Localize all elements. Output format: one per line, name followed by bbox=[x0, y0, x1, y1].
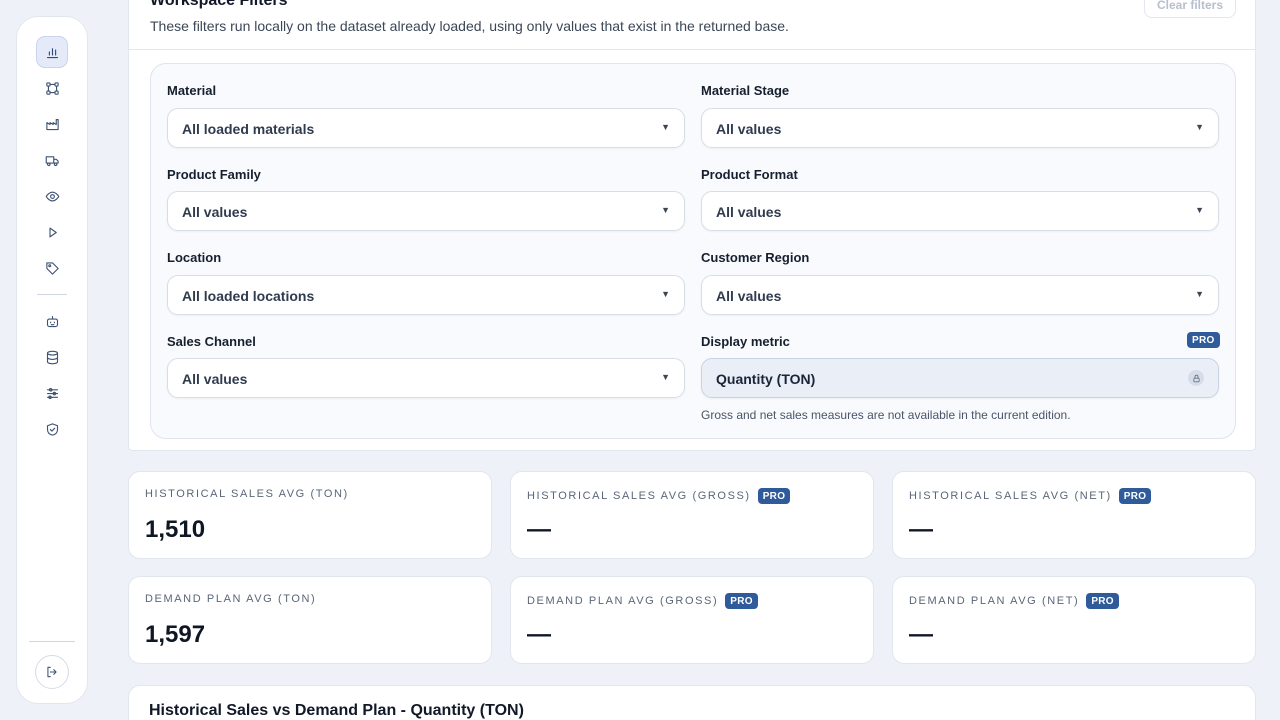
location-value: All loaded locations bbox=[182, 288, 315, 304]
pro-badge: PRO bbox=[725, 593, 758, 609]
pro-badge: PRO bbox=[1086, 593, 1119, 609]
bar-chart-icon bbox=[46, 47, 58, 58]
location-label: Location bbox=[167, 250, 222, 265]
chevron-down-icon: ▼ bbox=[1195, 205, 1204, 215]
display-metric-label: Display metric bbox=[701, 334, 790, 349]
database-icon bbox=[46, 350, 58, 364]
kpi-value: 1,510 bbox=[145, 516, 206, 543]
kpi-label: DEMAND PLAN AVG (TON) bbox=[145, 593, 316, 605]
kpi-card-demand-net: DEMAND PLAN AVG (NET) PRO — bbox=[892, 576, 1256, 664]
workspace-filters-card: Workspace Filters These filters run loca… bbox=[128, 0, 1256, 451]
filters-subtitle: These filters run locally on the dataset… bbox=[150, 18, 789, 34]
logout-button[interactable] bbox=[35, 655, 69, 689]
sales-channel-label: Sales Channel bbox=[167, 334, 256, 349]
sidebar-item-security[interactable] bbox=[36, 413, 68, 445]
customer-region-label: Customer Region bbox=[701, 250, 810, 265]
kpi-card-demand-gross: DEMAND PLAN AVG (GROSS) PRO — bbox=[510, 576, 874, 664]
product-family-label: Product Family bbox=[167, 167, 261, 182]
sliders-icon bbox=[46, 387, 58, 399]
sidebar bbox=[16, 16, 88, 704]
sidebar-item-logistics[interactable] bbox=[36, 144, 68, 176]
pro-badge: PRO bbox=[757, 488, 791, 504]
location-select[interactable]: All loaded locations ▼ bbox=[167, 275, 685, 315]
chart-title: Historical Sales vs Demand Plan - Quanti… bbox=[149, 702, 524, 719]
kpi-label: DEMAND PLAN AVG (NET) PRO bbox=[909, 593, 1119, 609]
chevron-down-icon: ▼ bbox=[661, 205, 670, 215]
product-family-select[interactable]: All values ▼ bbox=[167, 191, 685, 231]
chevron-down-icon: ▼ bbox=[1195, 122, 1204, 132]
kpi-label: HISTORICAL SALES AVG (NET) PRO bbox=[909, 488, 1152, 504]
sidebar-item-production[interactable] bbox=[36, 108, 68, 140]
kpi-value: — bbox=[527, 621, 551, 648]
lock-icon bbox=[1188, 370, 1204, 386]
nodes-icon bbox=[45, 81, 59, 95]
shield-check-icon bbox=[46, 422, 58, 436]
kpi-value: — bbox=[909, 516, 933, 543]
material-stage-select[interactable]: All values ▼ bbox=[701, 108, 1219, 148]
sales-channel-value: All values bbox=[182, 371, 248, 387]
customer-region-value: All values bbox=[716, 288, 782, 304]
factory-icon bbox=[45, 118, 59, 130]
chevron-down-icon: ▼ bbox=[1195, 289, 1204, 299]
display-metric-select[interactable]: Quantity (TON) bbox=[701, 358, 1219, 398]
product-format-value: All values bbox=[716, 204, 782, 220]
pro-badge: PRO bbox=[1187, 332, 1220, 348]
chevron-down-icon: ▼ bbox=[661, 122, 670, 132]
material-select[interactable]: All loaded materials ▼ bbox=[167, 108, 685, 148]
product-format-select[interactable]: All values ▼ bbox=[701, 191, 1219, 231]
tag-icon bbox=[45, 261, 59, 275]
sidebar-item-run[interactable] bbox=[36, 216, 68, 248]
kpi-card-demand-ton: DEMAND PLAN AVG (TON) 1,597 bbox=[128, 576, 492, 664]
sidebar-item-data[interactable] bbox=[36, 341, 68, 373]
clear-filters-button[interactable]: Clear filters bbox=[1144, 0, 1236, 18]
chart-card: Historical Sales vs Demand Plan - Quanti… bbox=[128, 685, 1256, 720]
sales-channel-select[interactable]: All values ▼ bbox=[167, 358, 685, 398]
display-metric-note: Gross and net sales measures are not ava… bbox=[701, 408, 1071, 422]
kpi-label: HISTORICAL SALES AVG (GROSS) PRO bbox=[527, 488, 791, 504]
kpi-card-historical-ton: HISTORICAL SALES AVG (TON) 1,510 bbox=[128, 471, 492, 559]
material-stage-value: All values bbox=[716, 121, 782, 137]
kpi-value: — bbox=[909, 621, 933, 648]
sidebar-item-pricing[interactable] bbox=[36, 252, 68, 284]
kpi-label: HISTORICAL SALES AVG (TON) bbox=[145, 488, 349, 500]
product-family-value: All values bbox=[182, 204, 248, 220]
logout-icon bbox=[47, 666, 57, 678]
material-label: Material bbox=[167, 83, 217, 98]
sidebar-divider bbox=[29, 641, 75, 642]
material-value: All loaded materials bbox=[182, 121, 315, 137]
kpi-card-historical-net: HISTORICAL SALES AVG (NET) PRO — bbox=[892, 471, 1256, 559]
kpi-value: — bbox=[527, 516, 551, 543]
display-metric-value: Quantity (TON) bbox=[716, 371, 816, 387]
kpi-label-text: DEMAND PLAN AVG (TON) bbox=[145, 593, 317, 605]
robot-icon bbox=[46, 315, 58, 327]
filters-divider bbox=[129, 49, 1255, 50]
sidebar-divider bbox=[37, 294, 67, 295]
kpi-label-text: DEMAND PLAN AVG (NET) bbox=[909, 595, 1080, 607]
sidebar-item-assistant[interactable] bbox=[36, 305, 68, 337]
sidebar-item-settings[interactable] bbox=[36, 377, 68, 409]
play-icon bbox=[48, 227, 57, 237]
kpi-label-text: HISTORICAL SALES AVG (TON) bbox=[145, 488, 349, 500]
chevron-down-icon: ▼ bbox=[661, 289, 670, 299]
kpi-label-text: HISTORICAL SALES AVG (GROSS) bbox=[527, 490, 751, 502]
chevron-down-icon: ▼ bbox=[661, 372, 670, 382]
kpi-label-text: HISTORICAL SALES AVG (NET) bbox=[909, 490, 1112, 502]
kpi-card-historical-gross: HISTORICAL SALES AVG (GROSS) PRO — bbox=[510, 471, 874, 559]
truck-icon bbox=[45, 155, 59, 166]
filters-title: Workspace Filters bbox=[150, 0, 288, 9]
kpi-label-text: DEMAND PLAN AVG (GROSS) bbox=[527, 595, 719, 607]
eye-icon bbox=[45, 191, 59, 201]
product-format-label: Product Format bbox=[701, 167, 798, 182]
sidebar-item-visibility[interactable] bbox=[36, 180, 68, 212]
sidebar-item-network[interactable] bbox=[36, 72, 68, 104]
material-stage-label: Material Stage bbox=[701, 83, 790, 98]
kpi-label: DEMAND PLAN AVG (GROSS) PRO bbox=[527, 593, 758, 609]
filter-panel: Material All loaded materials ▼ Material… bbox=[150, 63, 1236, 439]
sidebar-item-analytics[interactable] bbox=[36, 36, 68, 68]
customer-region-select[interactable]: All values ▼ bbox=[701, 275, 1219, 315]
kpi-value: 1,597 bbox=[145, 621, 206, 648]
pro-badge: PRO bbox=[1118, 488, 1152, 504]
